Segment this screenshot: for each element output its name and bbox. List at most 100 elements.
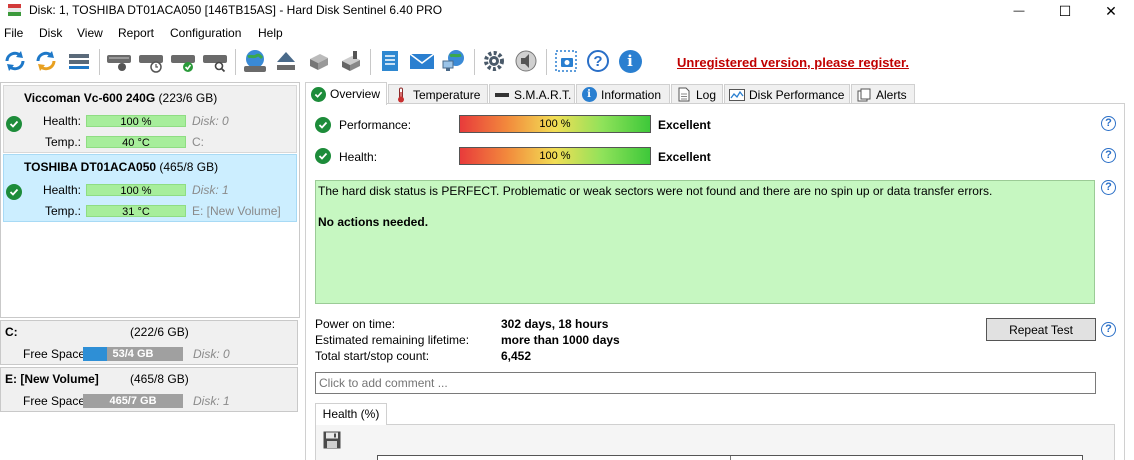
performance-bar: 100 % (459, 115, 651, 133)
startstop-label: Total start/stop count: (315, 349, 430, 363)
disk-card-0[interactable]: Viccoman Vc-600 240G (223/6 GB) Health: … (3, 85, 297, 153)
globe-disk-icon[interactable] (242, 48, 268, 74)
disk-index: Disk: 0 (193, 347, 230, 361)
temp-bar: 40 °C (86, 136, 186, 149)
tab-overview[interactable]: Overview (305, 82, 387, 105)
health-bar: 100 % (459, 147, 651, 165)
power-on-value: 302 days, 18 hours (501, 317, 609, 331)
disk-index: Disk: 1 (192, 183, 229, 197)
app-icon (8, 4, 21, 16)
disk-test-icon[interactable] (337, 48, 363, 74)
volume-size: (465/8 GB) (130, 372, 189, 386)
tab-alerts[interactable]: Alerts (851, 84, 915, 104)
tab-information[interactable]: i Information (576, 84, 670, 104)
network-icon[interactable] (441, 48, 467, 74)
disk-name: TOSHIBA DT01ACA050 (465/8 GB) (24, 160, 219, 174)
health-chart-area (377, 455, 1083, 460)
free-space-label: Free Space (23, 347, 86, 361)
free-space-value: 465/7 GB (109, 395, 157, 407)
tab-log[interactable]: Log (671, 84, 723, 104)
disk-search-icon[interactable] (202, 48, 228, 74)
tab-temperature[interactable]: Temperature (388, 84, 488, 104)
info-icon[interactable]: i (617, 48, 643, 74)
chart-divider (730, 456, 731, 460)
volume-card-e[interactable]: E: [New Volume] (465/8 GB) Free Space 46… (0, 367, 298, 412)
menu-view[interactable]: View (77, 26, 103, 40)
volume-name: C: (5, 325, 18, 339)
close-button[interactable]: ✕ (1088, 0, 1134, 22)
disk-index: Disk: 0 (192, 114, 229, 128)
health-ok-icon (6, 116, 22, 132)
disk-check-icon[interactable] (170, 48, 196, 74)
maximize-icon: ☐ (1058, 2, 1072, 19)
maximize-button[interactable]: ☐ (1042, 0, 1088, 22)
menu-disk[interactable]: Disk (39, 26, 62, 40)
health-bar: 100 % (86, 184, 186, 197)
menu-file[interactable]: File (4, 26, 23, 40)
status-text: The hard disk status is PERFECT. Problem… (318, 184, 993, 198)
repeat-test-help-icon[interactable]: ? (1101, 322, 1116, 337)
repeat-test-button[interactable]: Repeat Test (986, 318, 1096, 341)
save-icon[interactable] (323, 431, 341, 449)
disk-icon[interactable] (106, 48, 132, 74)
health-ok-icon (6, 184, 22, 200)
status-message-box: The hard disk status is PERFECT. Problem… (315, 180, 1095, 304)
overview-panel: Performance: 100 % Excellent ? Health: 1… (305, 103, 1125, 460)
performance-help-icon[interactable]: ? (1101, 116, 1116, 131)
tab-disk-performance[interactable]: Disk Performance (724, 84, 850, 104)
screenshot-icon[interactable] (553, 48, 579, 74)
comment-input[interactable] (315, 372, 1096, 394)
free-space-bar: 53/4 GB (83, 347, 183, 361)
register-link[interactable]: Unregistered version, please register. (677, 55, 909, 70)
performance-label: Performance: (339, 118, 412, 132)
health-label: Health: (42, 114, 81, 128)
volume-name: E: [New Volume] (5, 372, 99, 386)
health-help-icon[interactable]: ? (1101, 148, 1116, 163)
lifetime-value: more than 1000 days (501, 333, 620, 347)
health-label: Health: (42, 183, 81, 197)
help-icon[interactable]: ? (585, 48, 611, 74)
alerts-icon (856, 87, 872, 103)
menu-help[interactable]: Help (258, 26, 283, 40)
status-help-icon[interactable]: ? (1101, 180, 1116, 195)
temp-bar: 31 °C (86, 205, 186, 218)
sound-icon[interactable] (513, 48, 539, 74)
disk-card-1[interactable]: TOSHIBA DT01ACA050 (465/8 GB) Health: 10… (3, 154, 297, 222)
mail-icon[interactable] (409, 48, 435, 74)
toolbar: ? i (0, 44, 1134, 78)
title-bar: Disk: 1, TOSHIBA DT01ACA050 [146TB15AS] … (0, 0, 1134, 22)
disk-tools-icon[interactable] (305, 48, 331, 74)
free-space-bar: 465/7 GB (83, 394, 183, 408)
volume-size: (222/6 GB) (130, 325, 189, 339)
refresh-all-icon[interactable] (33, 48, 59, 74)
close-icon: ✕ (1105, 2, 1117, 19)
power-on-label: Power on time: (315, 317, 396, 331)
volume-card-c[interactable]: C: (222/6 GB) Free Space 53/4 GB Disk: 0 (0, 320, 298, 365)
health-value: 100 % (539, 150, 571, 162)
disk-name: Viccoman Vc-600 240G (223/6 GB) (24, 91, 218, 105)
health-ok-icon (315, 148, 331, 164)
disk-volumes: E: [New Volume] (192, 204, 281, 218)
settings-icon[interactable] (481, 48, 507, 74)
minimize-button[interactable]: — (996, 0, 1042, 22)
performance-icon (729, 87, 745, 103)
lifetime-label: Estimated remaining lifetime: (315, 333, 470, 347)
report-icon[interactable] (377, 48, 403, 74)
eject-icon[interactable] (273, 48, 299, 74)
disk-schedule-icon[interactable] (138, 48, 164, 74)
tab-smart[interactable]: S.M.A.R.T. (489, 84, 575, 104)
performance-value: 100 % (539, 118, 571, 130)
disk-list-icon[interactable] (66, 48, 92, 74)
free-space-value: 53/4 GB (112, 348, 154, 360)
temp-label: Temp.: (44, 135, 81, 149)
menu-configuration[interactable]: Configuration (170, 26, 241, 40)
smart-icon (494, 87, 510, 103)
temp-label: Temp.: (44, 204, 81, 218)
disk-index: Disk: 1 (193, 394, 230, 408)
window-title: Disk: 1, TOSHIBA DT01ACA050 [146TB15AS] … (29, 3, 443, 17)
info-icon: i (581, 87, 597, 103)
free-space-label: Free Space (23, 394, 86, 408)
menu-report[interactable]: Report (118, 26, 154, 40)
tab-health-percent[interactable]: Health (%) (315, 403, 387, 425)
refresh-icon[interactable] (2, 48, 28, 74)
